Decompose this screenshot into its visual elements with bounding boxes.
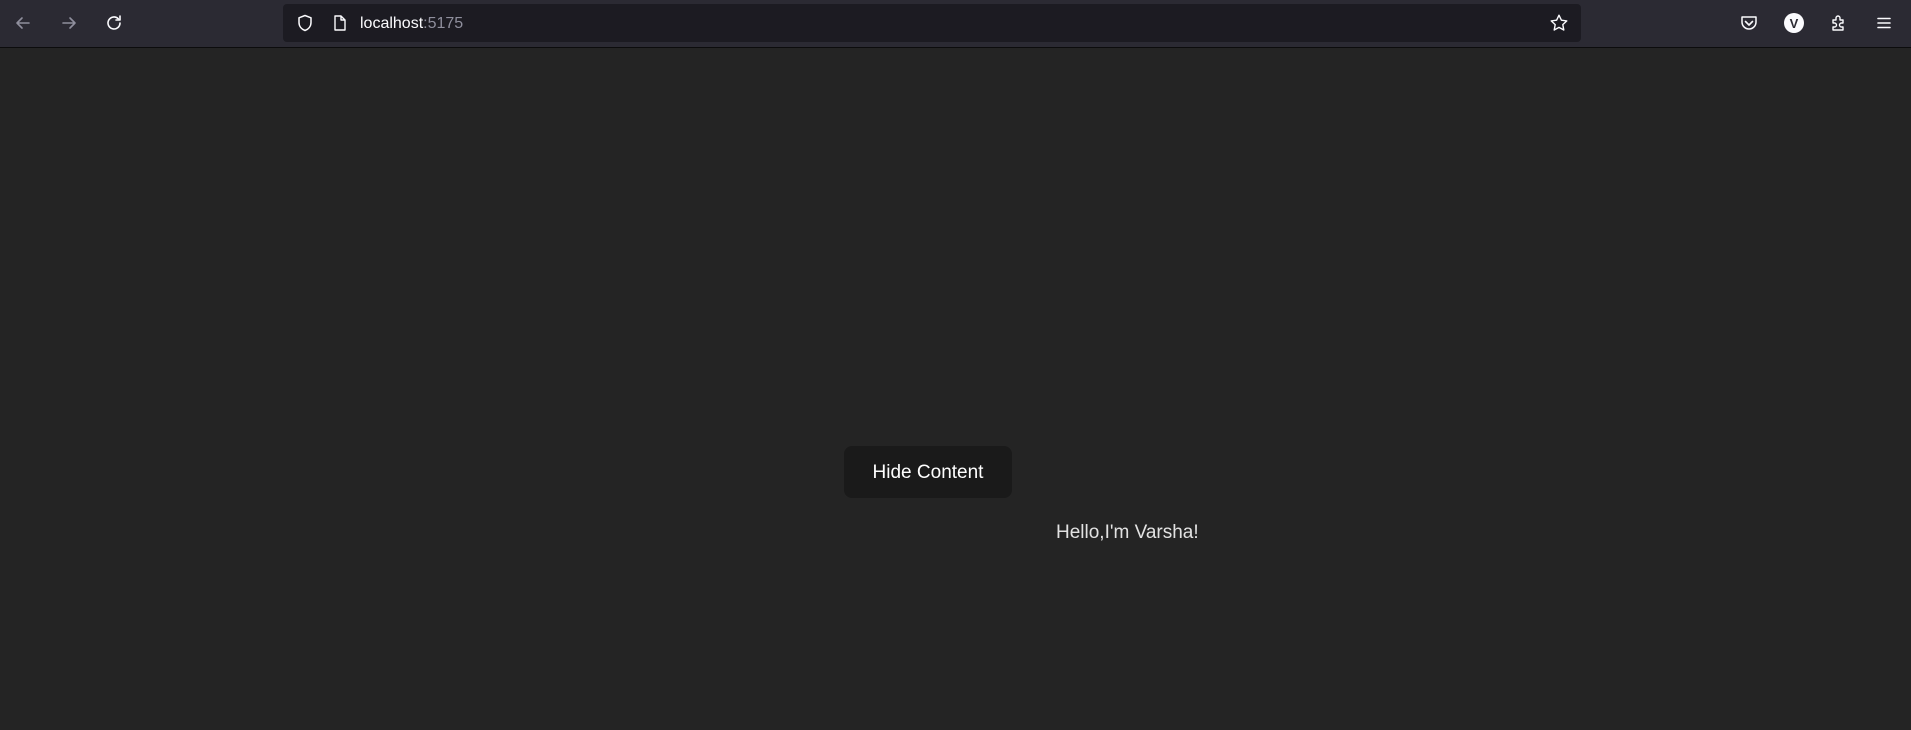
reload-button[interactable]	[97, 6, 131, 40]
bookmark-button[interactable]	[1545, 9, 1573, 37]
hide-content-button[interactable]: Hide Content	[844, 446, 1012, 498]
back-button[interactable]	[6, 6, 40, 40]
browser-toolbar: localhost:5175 V	[0, 0, 1911, 48]
account-button[interactable]: V	[1777, 6, 1811, 40]
url-host: localhost	[360, 15, 424, 32]
greeting-text: Hello,I'm Varsha!	[1056, 522, 1199, 543]
site-info-button[interactable]	[326, 9, 354, 37]
back-arrow-icon	[16, 17, 30, 29]
shield-icon	[298, 14, 312, 32]
pocket-icon	[1741, 16, 1757, 30]
star-icon	[1550, 14, 1568, 31]
url-bar[interactable]: localhost:5175	[283, 4, 1581, 42]
url-port: :5175	[423, 15, 464, 32]
forward-button[interactable]	[52, 6, 86, 40]
page-content: Hide Content Hello,I'm Varsha!	[0, 48, 1911, 730]
reload-icon	[107, 15, 121, 30]
pocket-button[interactable]	[1732, 6, 1766, 40]
tracking-protection-button[interactable]	[291, 9, 319, 37]
app-menu-button[interactable]	[1867, 6, 1901, 40]
puzzle-icon	[1832, 15, 1844, 31]
extensions-button[interactable]	[1822, 6, 1856, 40]
hamburger-menu-icon	[1877, 17, 1891, 29]
forward-arrow-icon	[62, 17, 76, 29]
account-avatar-icon: V	[1784, 13, 1804, 33]
page-icon	[334, 15, 346, 31]
url-text[interactable]: localhost:5175	[360, 4, 463, 42]
